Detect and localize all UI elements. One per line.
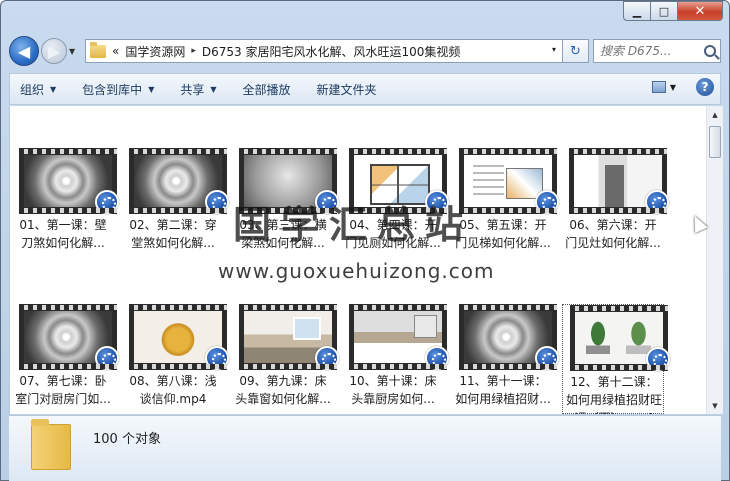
play-all-button[interactable]: 全部播放 [243,81,291,98]
explorer-window: ▁ □ ✕ ◀ ▶ ▼ « 国学资源网 ▸ D6753 家居阳宅风水化解、风水旺… [0,0,730,481]
scroll-up-arrow-icon[interactable]: ▲ [707,106,723,123]
file-item[interactable]: 07、第七课：卧 室门对厨房门如... [12,304,119,414]
view-options-caret-icon[interactable]: ▼ [670,83,676,92]
media-player-icon [315,346,339,370]
video-thumbnail [349,148,449,214]
new-folder-button[interactable]: 新建文件夹 [317,81,377,98]
file-item[interactable]: 08、第八课：浅 谈信仰.mp4 [122,304,229,414]
file-name: 04、第四课：开 门见厕如何化解... [345,218,441,250]
file-item[interactable]: 01、第一课：壁 刀煞如何化解... [12,148,119,258]
media-player-icon [315,190,339,214]
media-player-icon [205,346,229,370]
file-name: 11、第十一课： 如何用绿植招财... [455,374,551,406]
file-item[interactable]: 06、第六课：开 门见灶如何化解... [562,148,669,258]
file-name: 08、第八课：浅 谈信仰.mp4 [129,374,217,406]
video-thumbnail [570,305,670,371]
media-player-icon [95,190,119,214]
file-item[interactable]: 10、第十课：床 头靠厨房如何... [342,304,449,414]
scroll-down-arrow-icon[interactable]: ▼ [707,397,723,414]
file-name: 07、第七课：卧 室门对厨房门如... [15,374,111,406]
file-name: 02、第二课：穿 堂煞如何化解... [129,218,217,250]
minimize-button[interactable]: ▁ [623,1,650,21]
address-dropdown-icon[interactable]: ▾ [552,45,556,54]
file-item[interactable]: 11、第十一课： 如何用绿植招财... [452,304,559,414]
video-thumbnail [349,304,449,370]
organize-label: 组织 [20,82,45,97]
video-thumbnail [239,148,339,214]
help-icon[interactable]: ? [696,78,714,96]
scrollbar-thumb[interactable] [709,126,721,158]
share-menu[interactable]: 共享 ▼ [180,81,216,98]
file-list-pane: 01、第一课：壁 刀煞如何化解... 02、第二课：穿 堂煞如何化解... 03、第… [9,106,723,414]
caret-down-icon: ▼ [148,84,155,94]
play-all-label: 全部播放 [242,82,291,97]
change-view-icon[interactable] [651,81,666,93]
video-thumbnail [19,148,119,214]
video-thumbnail [19,304,119,370]
search-box[interactable] [593,39,721,63]
organize-menu[interactable]: 组织 ▼ [20,81,56,98]
maximize-button[interactable]: □ [650,1,677,21]
breadcrumb-separator-icon[interactable]: ▸ [191,46,196,56]
address-bar[interactable]: « 国学资源网 ▸ D6753 家居阳宅风水化解、风水旺运100集视频 ▾ [85,39,563,63]
include-in-library-menu[interactable]: 包含到库中 ▼ [82,81,154,98]
search-input[interactable] [600,44,690,58]
video-thumbnail [129,148,229,214]
file-name: 10、第十课：床 头靠厨房如何... [349,374,437,406]
navigation-row: ◀ ▶ ▼ « 国学资源网 ▸ D6753 家居阳宅风水化解、风水旺运100集视… [9,35,721,67]
video-thumbnail [239,304,339,370]
caret-down-icon: ▼ [210,84,217,94]
caret-down-icon: ▼ [50,84,57,94]
caption-buttons: ▁ □ ✕ [623,1,723,21]
file-name: 03、第三课：横 梁煞如何化解... [239,218,327,250]
media-player-icon [645,190,669,214]
details-pane: 100 个对象 [9,415,721,481]
video-thumbnail [569,148,669,214]
vertical-scrollbar[interactable]: ▲ ▼ [706,106,723,414]
video-thumbnail [129,304,229,370]
file-name: 01、第一课：壁 刀煞如何化解... [19,218,107,250]
video-thumbnail [459,148,559,214]
file-name: 05、第五课：开 门见梯如何化解... [455,218,551,250]
include-in-library-label: 包含到库中 [82,82,143,97]
item-count: 100 个对象 [93,432,161,447]
breadcrumb-item-current[interactable]: D6753 家居阳宅风水化解、风水旺运100集视频 [202,43,461,60]
back-button[interactable]: ◀ [9,36,39,66]
forward-button[interactable]: ▶ [41,38,67,64]
media-player-icon [535,346,559,370]
file-item[interactable]: 09、第九课：床 头靠窗如何化解... [232,304,339,414]
video-thumbnail [459,304,559,370]
media-player-icon [425,346,449,370]
file-item[interactable]: 03、第三课：横 梁煞如何化解... [232,148,339,258]
toolbar-right: ▼ ? [651,78,714,96]
file-item[interactable]: 04、第四课：开 门见厕如何化解... [342,148,449,258]
breadcrumb-overflow[interactable]: « [112,44,119,58]
media-player-icon [205,190,229,214]
media-player-icon [646,347,670,371]
close-button[interactable]: ✕ [677,1,723,21]
folder-icon [90,41,106,58]
file-item[interactable]: 02、第二课：穿 堂煞如何化解... [122,148,229,258]
media-player-icon [535,190,559,214]
media-player-icon [95,346,119,370]
breadcrumb-item-guoxue[interactable]: 国学资源网 [125,43,185,60]
search-icon[interactable] [704,45,716,57]
media-player-icon [425,190,449,214]
folder-icon [31,419,71,470]
file-item[interactable]: 12、第十二课： 如何用绿植招财旺 运（下）.mp4 [562,304,670,414]
file-name: 12、第十二课： 如何用绿植招财旺 运（下）.mp4 [565,375,662,414]
new-folder-label: 新建文件夹 [316,82,377,97]
file-name: 09、第九课：床 头靠窗如何化解... [235,374,331,406]
file-item[interactable]: 05、第五课：开 门见梯如何化解... [452,148,559,258]
recent-pages-dropdown[interactable]: ▼ [69,47,81,56]
file-name: 06、第六课：开 门见灶如何化解... [565,218,661,250]
command-toolbar: 组织 ▼ 包含到库中 ▼ 共享 ▼ 全部播放 新建文件夹 ▼ ? [9,73,721,105]
share-label: 共享 [180,82,205,97]
refresh-button[interactable]: ↻ [563,39,589,63]
